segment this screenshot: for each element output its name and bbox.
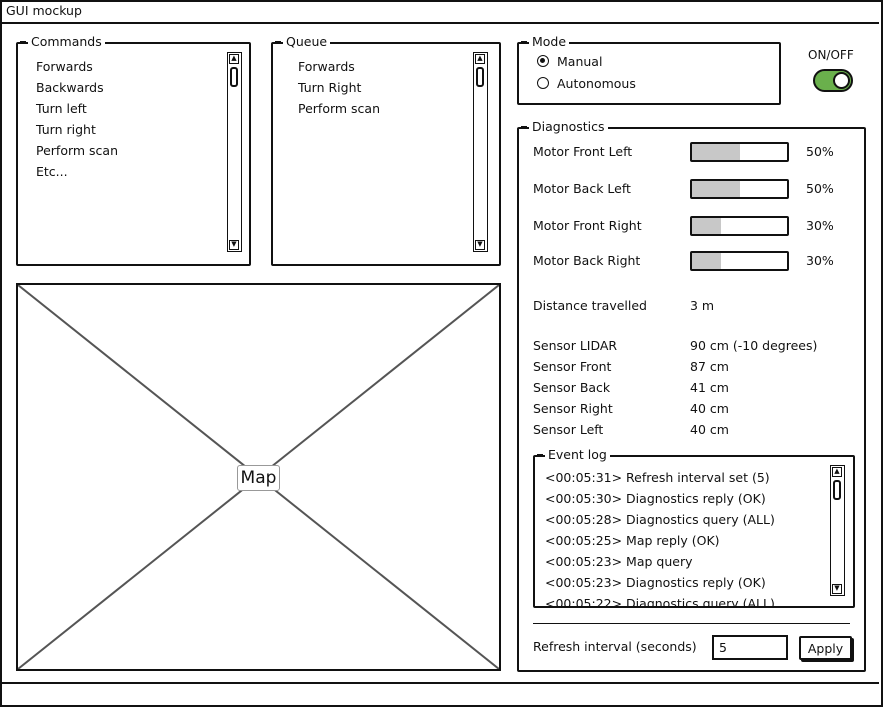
power-toggle[interactable] [813,69,853,92]
divider [533,623,850,624]
scroll-up-icon[interactable]: ▲ [475,54,485,64]
commands-scrollbar[interactable]: ▲ ▼ [227,52,242,252]
queue-scrollbar[interactable]: ▲ ▼ [473,52,488,252]
refresh-interval-label: Refresh interval (seconds) [533,639,697,654]
commands-title: Commands [20,34,105,50]
sensor-label: Sensor LIDAR [533,338,618,353]
radio-checked-icon[interactable] [537,55,549,67]
scroll-up-icon[interactable]: ▲ [229,54,239,64]
power-label: ON/OFF [808,48,854,62]
scroll-up-icon[interactable]: ▲ [832,467,842,477]
sensor-value: 41 cm [690,380,729,395]
scroll-thumb[interactable] [476,67,484,87]
motor-label: Motor Front Right [533,218,642,233]
sensor-value: 40 cm [690,401,729,416]
sensor-label: Sensor Left [533,422,604,437]
command-item[interactable]: Etc... [36,161,118,182]
motor-progress-bar [690,142,789,162]
scroll-thumb[interactable] [230,67,238,87]
mode-option-label: Autonomous [557,75,636,91]
distance-label: Distance travelled [533,298,647,313]
motor-progress-bar [690,216,789,236]
queue-title: Queue [274,34,331,50]
motor-percent: 50% [806,181,834,196]
motor-percent: 30% [806,218,834,233]
motor-label: Motor Back Right [533,253,641,268]
scroll-down-icon[interactable]: ▼ [229,240,239,250]
title-bar: GUI mockup [0,0,879,24]
command-item[interactable]: Perform scan [36,140,118,161]
log-entry: <00:05:23> Map query [545,554,693,569]
queue-panel: Queue Forwards Turn Right Perform scan ▲… [271,34,501,266]
motor-bar-fill [692,181,740,197]
motor-progress-bar [690,251,789,271]
motor-label: Motor Back Left [533,181,631,196]
event-log-scrollbar[interactable]: ▲ ▼ [830,465,845,596]
motor-bar-fill [692,218,721,234]
command-item[interactable]: Turn left [36,98,118,119]
status-bar [0,682,879,705]
command-item[interactable]: Forwards [36,56,118,77]
sensor-label: Sensor Right [533,401,613,416]
event-log-list[interactable]: <00:05:31> Refresh interval set (5) <00:… [545,467,830,607]
toggle-knob[interactable] [833,72,850,89]
motor-percent: 50% [806,144,834,159]
sensor-label: Sensor Front [533,359,612,374]
radio-unchecked-icon[interactable] [537,77,549,89]
commands-list[interactable]: Forwards Backwards Turn left Turn right … [36,56,118,182]
motor-bar-fill [692,253,721,269]
mode-option-manual[interactable]: Manual [537,51,602,71]
refresh-interval-input[interactable] [712,635,788,660]
mode-option-label: Manual [557,53,603,69]
mode-panel: Mode Manual Autonomous [517,34,781,105]
window-title: GUI mockup [6,3,82,18]
motor-progress-bar [690,179,789,199]
queue-item[interactable]: Turn Right [298,77,380,98]
event-log-panel: Event log <00:05:31> Refresh interval se… [533,447,855,608]
log-entry: <00:05:28> Diagnostics query (ALL) [545,512,775,527]
motor-bar-fill [692,144,740,160]
commands-panel: Commands Forwards Backwards Turn left Tu… [16,34,251,266]
scroll-down-icon[interactable]: ▼ [832,584,842,594]
queue-item[interactable]: Perform scan [298,98,380,119]
scroll-thumb[interactable] [833,480,841,500]
log-entry: <00:05:22> Diagnostics query (ALL) [545,596,775,607]
mode-title: Mode [520,34,570,50]
scroll-down-icon[interactable]: ▼ [475,240,485,250]
diagnostics-title: Diagnostics [521,119,608,135]
motor-label: Motor Front Left [533,144,633,159]
command-item[interactable]: Backwards [36,77,118,98]
command-item[interactable]: Turn right [36,119,118,140]
apply-button[interactable]: Apply [799,636,852,660]
log-entry: <00:05:30> Diagnostics reply (OK) [545,491,766,506]
map-label: Map [237,465,280,491]
sensor-value: 40 cm [690,422,729,437]
sensor-value: 87 cm [690,359,729,374]
mode-option-autonomous[interactable]: Autonomous [537,73,636,93]
sensor-label: Sensor Back [533,380,611,395]
motor-percent: 30% [806,253,834,268]
log-entry: <00:05:31> Refresh interval set (5) [545,470,770,485]
event-log-title: Event log [537,447,610,463]
queue-list[interactable]: Forwards Turn Right Perform scan [298,56,380,119]
sensor-value: 90 cm (-10 degrees) [690,338,818,353]
distance-value: 3 m [690,298,715,313]
queue-item[interactable]: Forwards [298,56,380,77]
log-entry: <00:05:25> Map reply (OK) [545,533,720,548]
log-entry: <00:05:23> Diagnostics reply (OK) [545,575,766,590]
